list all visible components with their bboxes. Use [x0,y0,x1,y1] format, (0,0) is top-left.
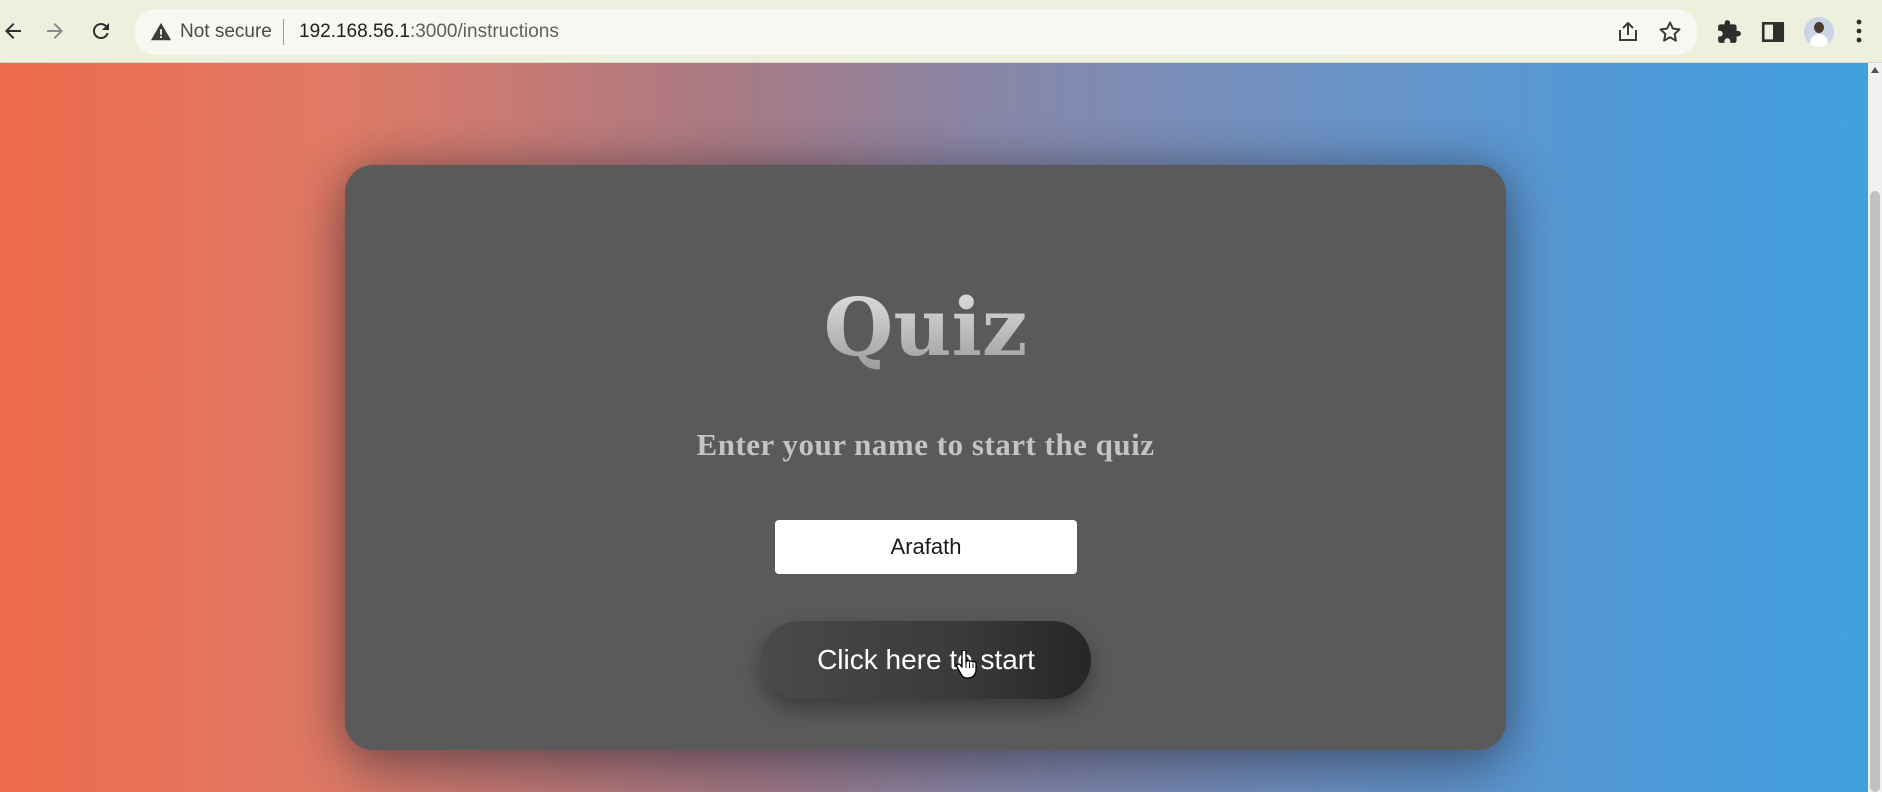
url-path: :3000/instructions [409,21,559,42]
hand-pointer-icon [956,650,977,679]
start-quiz-button[interactable]: Click here to start [761,621,1091,699]
back-arrow-icon [5,23,21,39]
forward-button[interactable] [38,14,72,48]
warning-icon [150,22,172,41]
url-host: 192.168.56.1 [299,21,410,42]
extensions-puzzle-icon[interactable] [1716,19,1742,45]
reload-button[interactable] [84,14,118,48]
avatar-head [1814,22,1824,33]
browser-toolbar: Not secure 192.168.56.1:3000/instruction… [0,0,1882,63]
page-viewport: Quiz Enter your name to start the quiz C… [0,63,1868,792]
avatar-body [1810,34,1828,47]
more-menu-icon[interactable] [1856,18,1862,44]
share-icon[interactable] [1616,20,1640,44]
url-text[interactable]: 192.168.56.1:3000/instructions [299,21,559,43]
address-divider [283,19,284,45]
bookmark-star-icon[interactable] [1658,20,1682,44]
scroll-up-arrow-icon[interactable] [1871,67,1879,73]
quiz-card: Quiz Enter your name to start the quiz C… [345,165,1506,750]
security-label[interactable]: Not secure [180,21,272,43]
vertical-scrollbar[interactable] [1868,63,1882,792]
page-title: Quiz [345,281,1506,373]
name-input[interactable] [775,520,1077,574]
back-button[interactable] [0,14,30,48]
profile-avatar[interactable] [1804,17,1834,47]
address-bar[interactable]: Not secure 192.168.56.1:3000/instruction… [134,9,1698,55]
page-subtitle: Enter your name to start the quiz [696,427,1155,462]
reload-icon [92,23,109,40]
side-panel-icon[interactable] [1760,19,1786,45]
scroll-thumb[interactable] [1870,191,1880,792]
forward-arrow-icon [47,23,63,39]
